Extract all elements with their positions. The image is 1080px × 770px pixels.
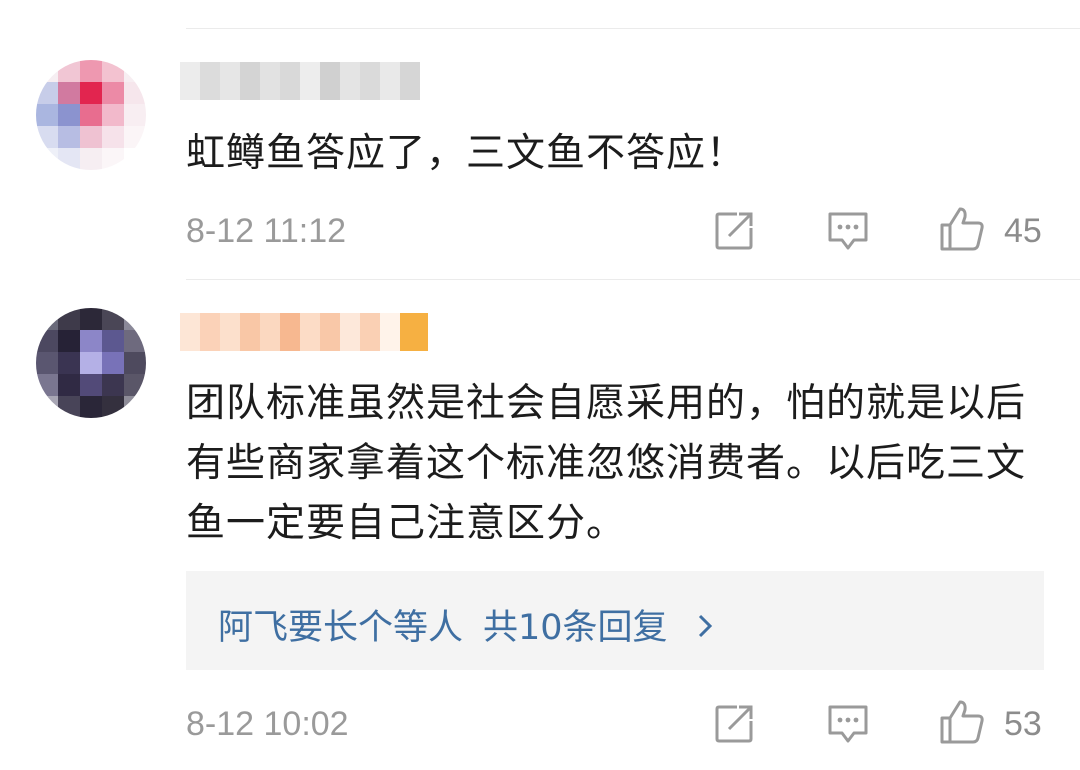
reply-icon[interactable] xyxy=(826,703,870,745)
avatar[interactable] xyxy=(36,308,146,418)
share-icon[interactable] xyxy=(713,703,755,745)
like-count: 45 xyxy=(1004,212,1042,250)
comment-text: 团队标准虽然是社会自愿采用的，怕的就是以后有些商家拿着这个标准忽悠消费者。以后吃… xyxy=(186,381,1027,546)
replies-preview[interactable]: 阿飞要长个等人 共10条回复 xyxy=(186,571,1044,670)
comment-time: 8-12 11:12 xyxy=(186,212,347,250)
divider xyxy=(186,28,1080,29)
reply-icon[interactable] xyxy=(826,210,870,252)
reply-count-link[interactable]: 共10条回复 xyxy=(483,608,668,648)
avatar[interactable] xyxy=(36,60,146,170)
share-icon[interactable] xyxy=(713,210,755,252)
chevron-right-icon xyxy=(698,614,712,638)
divider xyxy=(186,279,1080,280)
reply-user-link[interactable]: 阿飞要长个等人 xyxy=(218,608,463,648)
comment-text: 虹鳟鱼答应了，三文鱼不答应！ xyxy=(186,131,747,176)
like-icon[interactable] xyxy=(938,205,986,251)
username[interactable] xyxy=(180,313,428,351)
like-count: 53 xyxy=(1004,705,1042,743)
comment-time: 8-12 10:02 xyxy=(186,705,349,743)
like-icon[interactable] xyxy=(938,698,986,744)
username[interactable] xyxy=(180,62,420,100)
